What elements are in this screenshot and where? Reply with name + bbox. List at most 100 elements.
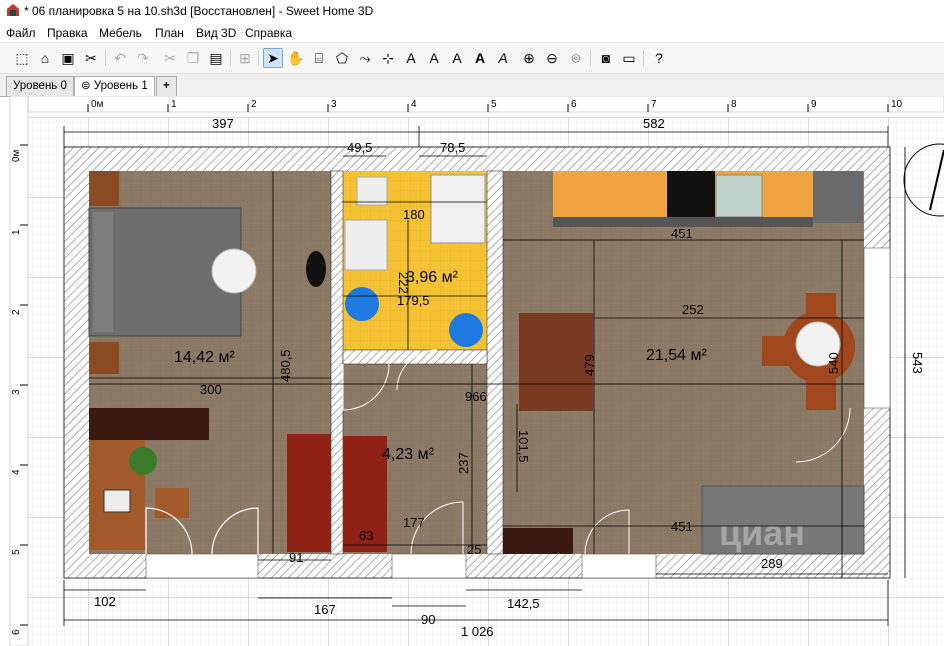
shower-icon[interactable] (430, 174, 486, 244)
nightstand[interactable] (89, 171, 119, 206)
dimension-label: 63 (359, 528, 373, 543)
cabinet[interactable] (503, 528, 573, 554)
dimension-label: 49,5 (347, 140, 372, 155)
decrease-text-size-icon[interactable]: A (447, 48, 467, 68)
menu-furniture[interactable]: Мебель (99, 26, 142, 40)
plant-icon[interactable] (129, 447, 157, 475)
save-icon[interactable]: ▣ (58, 48, 78, 68)
cut-icon[interactable]: ✂ (160, 48, 180, 68)
create-polylines-icon[interactable]: ⤳ (355, 48, 375, 68)
ruler-label: 5 (491, 99, 497, 110)
tab-level-0[interactable]: Уровень 0 (6, 76, 74, 96)
boiler-icon[interactable] (449, 313, 483, 347)
level-tabs: Уровень 0 ⊜ Уровень 1 + (0, 74, 944, 97)
fridge-icon[interactable] (715, 174, 763, 218)
ruler-label: 8 (731, 99, 737, 110)
dimension-label: 397 (212, 116, 234, 131)
dimension-label: 91 (289, 550, 303, 565)
menu-file[interactable]: Файл (6, 26, 36, 40)
toilet-icon[interactable] (344, 219, 388, 271)
room-area-label: 3,96 м² (406, 269, 459, 286)
dimension-label: 300 (200, 382, 222, 397)
bold-text-icon[interactable]: A (470, 48, 490, 68)
video-icon[interactable]: ▭ (619, 48, 639, 68)
plan-view[interactable]: 0м 1 2 3 4 5 6 7 8 9 10 0м 1 2 3 4 5 6 ц… (0, 96, 944, 646)
menu-help[interactable]: Справка (245, 26, 292, 40)
new-home-icon[interactable]: ⬚ (12, 48, 32, 68)
fan-icon[interactable] (306, 251, 326, 287)
paste-icon[interactable]: ▤ (206, 48, 226, 68)
open-icon[interactable]: ⌂ (35, 48, 55, 68)
dimension-label: 167 (314, 602, 336, 617)
chair[interactable] (806, 293, 836, 319)
toolbar-separator (230, 50, 231, 66)
help-icon[interactable]: ? (649, 48, 669, 68)
toolbar-separator (590, 50, 591, 66)
room-area-label: 21,54 м² (646, 347, 707, 364)
ruler-label: 7 (651, 99, 657, 110)
dimension-label: 179,5 (397, 293, 430, 308)
italic-text-icon[interactable]: A (493, 48, 513, 68)
window[interactable] (863, 247, 891, 409)
ruler-label: 4 (411, 99, 417, 110)
computer-icon[interactable] (103, 489, 131, 513)
watermark: циан (719, 512, 805, 553)
cut-tool-icon[interactable]: ✂ (81, 48, 101, 68)
create-photo-icon[interactable]: ⌾ (566, 48, 586, 68)
ruler-label: 3 (331, 99, 337, 110)
create-walls-icon[interactable]: ⌸ (309, 48, 329, 68)
lamp-icon[interactable] (211, 248, 257, 294)
create-dimensions-icon[interactable]: ⊹ (378, 48, 398, 68)
door[interactable] (287, 434, 331, 552)
window[interactable] (145, 553, 259, 579)
cabinet[interactable] (813, 171, 863, 223)
undo-icon[interactable]: ↶ (110, 48, 130, 68)
floor-plan-canvas[interactable]: 0м 1 2 3 4 5 6 7 8 9 10 0м 1 2 3 4 5 6 ц… (0, 96, 944, 646)
dimension-label: 101,5 (516, 430, 531, 463)
wardrobe[interactable] (89, 408, 209, 440)
sweet-home-3d-icon (7, 4, 19, 16)
sink-icon[interactable] (356, 176, 388, 206)
ruler-label: 3 (11, 389, 22, 395)
tab-level-1[interactable]: ⊜ Уровень 1 (74, 76, 155, 97)
add-furniture-icon[interactable]: ⊞ (235, 48, 255, 68)
pan-mode-icon[interactable]: ✋ (286, 48, 306, 68)
select-mode-icon[interactable]: ➤ (263, 48, 283, 68)
photo-icon[interactable]: ◙ (596, 48, 616, 68)
nightstand[interactable] (89, 342, 119, 374)
create-rooms-icon[interactable]: ⬠ (332, 48, 352, 68)
copy-icon[interactable]: ❐ (183, 48, 203, 68)
add-text-icon[interactable]: A (401, 48, 421, 68)
dimension-label: 25 (467, 542, 481, 557)
increase-text-size-icon[interactable]: A (424, 48, 444, 68)
level-icon: ⊜ (81, 80, 94, 92)
chair[interactable] (155, 488, 189, 518)
chair[interactable] (806, 380, 836, 410)
ruler-label: 0м (91, 99, 104, 110)
dimension-label: 177 (403, 515, 425, 530)
window[interactable] (581, 553, 657, 579)
window-title: * 06 планировка 5 на 10.sh3d [Восстановл… (24, 4, 374, 18)
chair[interactable] (762, 336, 792, 366)
window[interactable] (391, 553, 467, 579)
inner-wall[interactable] (486, 170, 504, 555)
stove-icon[interactable] (667, 171, 715, 217)
ruler-label: 6 (571, 99, 577, 110)
inner-wall[interactable] (330, 170, 344, 555)
ruler-label: 0м (11, 149, 22, 162)
pillow (93, 212, 113, 332)
add-level-button[interactable]: + (156, 76, 177, 96)
zoom-in-icon[interactable]: ⊕ (519, 48, 539, 68)
tab-label: Уровень 1 (93, 80, 148, 92)
menu-edit[interactable]: Правка (47, 26, 88, 40)
dimension-label: 451 (671, 226, 693, 241)
ruler-label: 2 (251, 99, 257, 110)
ruler-label: 5 (11, 549, 22, 555)
menu-plan[interactable]: План (155, 26, 184, 40)
ruler-horizontal: 0м 1 2 3 4 5 6 7 8 9 10 (27, 96, 944, 113)
menu-3d-view[interactable]: Вид 3D (196, 26, 236, 40)
washer-icon[interactable] (345, 287, 379, 321)
redo-icon[interactable]: ↷ (133, 48, 153, 68)
zoom-out-icon[interactable]: ⊖ (542, 48, 562, 68)
ruler-label: 9 (811, 99, 817, 110)
